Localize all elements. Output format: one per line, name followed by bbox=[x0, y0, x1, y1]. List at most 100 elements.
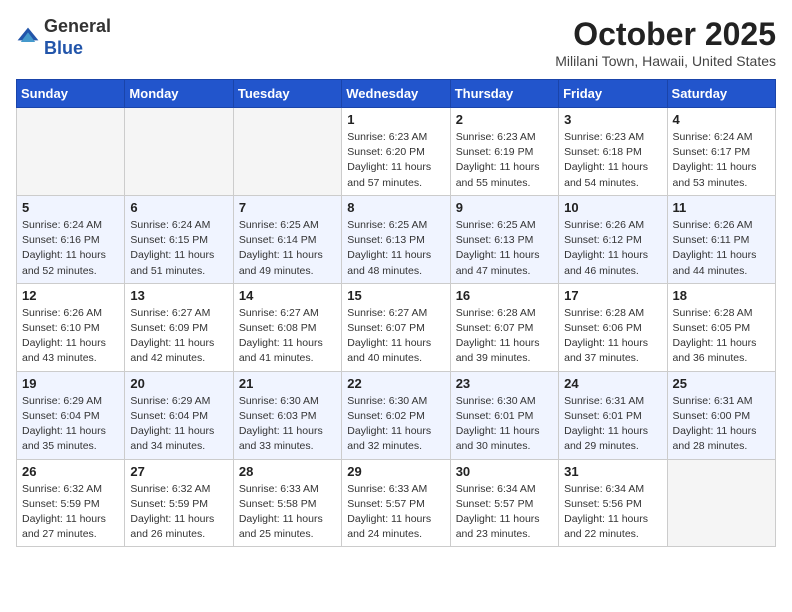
day-info: Sunrise: 6:28 AM Sunset: 6:05 PM Dayligh… bbox=[673, 306, 770, 367]
day-number: 19 bbox=[22, 376, 119, 391]
day-info: Sunrise: 6:30 AM Sunset: 6:03 PM Dayligh… bbox=[239, 394, 336, 455]
weekday-header-sunday: Sunday bbox=[17, 80, 125, 108]
day-info: Sunrise: 6:34 AM Sunset: 5:57 PM Dayligh… bbox=[456, 482, 553, 543]
day-number: 1 bbox=[347, 112, 444, 127]
day-number: 26 bbox=[22, 464, 119, 479]
day-number: 28 bbox=[239, 464, 336, 479]
calendar-day-cell: 19Sunrise: 6:29 AM Sunset: 6:04 PM Dayli… bbox=[17, 371, 125, 459]
day-number: 8 bbox=[347, 200, 444, 215]
calendar-day-cell bbox=[667, 459, 775, 547]
day-info: Sunrise: 6:26 AM Sunset: 6:10 PM Dayligh… bbox=[22, 306, 119, 367]
day-info: Sunrise: 6:25 AM Sunset: 6:13 PM Dayligh… bbox=[347, 218, 444, 279]
day-info: Sunrise: 6:31 AM Sunset: 6:00 PM Dayligh… bbox=[673, 394, 770, 455]
day-info: Sunrise: 6:34 AM Sunset: 5:56 PM Dayligh… bbox=[564, 482, 661, 543]
day-info: Sunrise: 6:27 AM Sunset: 6:08 PM Dayligh… bbox=[239, 306, 336, 367]
day-info: Sunrise: 6:24 AM Sunset: 6:15 PM Dayligh… bbox=[130, 218, 227, 279]
day-number: 3 bbox=[564, 112, 661, 127]
calendar-week-row: 1 Sunrise: 6:23 AM Sunset: 6:20 PM Daylig… bbox=[17, 108, 776, 196]
day-info: Sunrise: 6:24 AM Sunset: 6:17 PM Dayligh… bbox=[673, 130, 770, 191]
day-number: 14 bbox=[239, 288, 336, 303]
day-info: Sunrise: 6:30 AM Sunset: 6:01 PM Dayligh… bbox=[456, 394, 553, 455]
day-info: Sunrise: 6:30 AM Sunset: 6:02 PM Dayligh… bbox=[347, 394, 444, 455]
calendar-day-cell: 11Sunrise: 6:26 AM Sunset: 6:11 PM Dayli… bbox=[667, 195, 775, 283]
calendar-day-cell bbox=[125, 108, 233, 196]
day-info: Sunrise: 6:23 AM Sunset: 6:20 PM Dayligh… bbox=[347, 130, 444, 191]
calendar-day-cell: 5Sunrise: 6:24 AM Sunset: 6:16 PM Daylig… bbox=[17, 195, 125, 283]
logo-text: General Blue bbox=[44, 16, 111, 59]
day-number: 16 bbox=[456, 288, 553, 303]
day-number: 15 bbox=[347, 288, 444, 303]
calendar-week-row: 12Sunrise: 6:26 AM Sunset: 6:10 PM Dayli… bbox=[17, 283, 776, 371]
day-info: Sunrise: 6:27 AM Sunset: 6:07 PM Dayligh… bbox=[347, 306, 444, 367]
day-number: 13 bbox=[130, 288, 227, 303]
calendar-week-row: 19 Sunrise: 6:29 AM Sunset: 6:04 PM Dayli… bbox=[17, 371, 776, 459]
day-info: Sunrise: 6:26 AM Sunset: 6:11 PM Dayligh… bbox=[673, 218, 770, 279]
day-info: Sunrise: 6:27 AM Sunset: 6:09 PM Dayligh… bbox=[130, 306, 227, 367]
day-number: 29 bbox=[347, 464, 444, 479]
calendar-day-cell: 6 Sunrise: 6:24 AM Sunset: 6:15 PM Daylig… bbox=[125, 195, 233, 283]
day-number: 24 bbox=[564, 376, 661, 391]
day-number: 10 bbox=[564, 200, 661, 215]
calendar-day-cell: 2 Sunrise: 6:23 AM Sunset: 6:19 PM Daylig… bbox=[450, 108, 558, 196]
day-number: 9 bbox=[456, 200, 553, 215]
calendar-day-cell: 27 Sunrise: 6:32 AM Sunset: 5:59 PM Dayli… bbox=[125, 459, 233, 547]
calendar-day-cell: 12Sunrise: 6:26 AM Sunset: 6:10 PM Dayli… bbox=[17, 283, 125, 371]
calendar-day-cell: 7Sunrise: 6:25 AM Sunset: 6:14 PM Daylig… bbox=[233, 195, 341, 283]
logo-blue: Blue bbox=[44, 38, 83, 58]
calendar-day-cell: 23 Sunrise: 6:30 AM Sunset: 6:01 PM Dayli… bbox=[450, 371, 558, 459]
day-number: 2 bbox=[456, 112, 553, 127]
day-number: 18 bbox=[673, 288, 770, 303]
calendar-day-cell: 25 Sunrise: 6:31 AM Sunset: 6:00 PM Dayli… bbox=[667, 371, 775, 459]
calendar-day-cell: 29 Sunrise: 6:33 AM Sunset: 5:57 PM Dayli… bbox=[342, 459, 450, 547]
day-info: Sunrise: 6:26 AM Sunset: 6:12 PM Dayligh… bbox=[564, 218, 661, 279]
calendar: SundayMondayTuesdayWednesdayThursdayFrid… bbox=[16, 79, 776, 547]
day-info: Sunrise: 6:23 AM Sunset: 6:19 PM Dayligh… bbox=[456, 130, 553, 191]
calendar-day-cell: 1 Sunrise: 6:23 AM Sunset: 6:20 PM Daylig… bbox=[342, 108, 450, 196]
calendar-day-cell: 4 Sunrise: 6:24 AM Sunset: 6:17 PM Daylig… bbox=[667, 108, 775, 196]
calendar-week-row: 5Sunrise: 6:24 AM Sunset: 6:16 PM Daylig… bbox=[17, 195, 776, 283]
logo-icon bbox=[16, 26, 40, 50]
day-info: Sunrise: 6:29 AM Sunset: 6:04 PM Dayligh… bbox=[130, 394, 227, 455]
weekday-header-wednesday: Wednesday bbox=[342, 80, 450, 108]
calendar-day-cell bbox=[17, 108, 125, 196]
calendar-day-cell: 3 Sunrise: 6:23 AM Sunset: 6:18 PM Daylig… bbox=[559, 108, 667, 196]
calendar-day-cell: 8 Sunrise: 6:25 AM Sunset: 6:13 PM Daylig… bbox=[342, 195, 450, 283]
day-info: Sunrise: 6:25 AM Sunset: 6:13 PM Dayligh… bbox=[456, 218, 553, 279]
day-number: 6 bbox=[130, 200, 227, 215]
weekday-header-saturday: Saturday bbox=[667, 80, 775, 108]
calendar-day-cell: 30 Sunrise: 6:34 AM Sunset: 5:57 PM Dayli… bbox=[450, 459, 558, 547]
calendar-day-cell: 10 Sunrise: 6:26 AM Sunset: 6:12 PM Dayli… bbox=[559, 195, 667, 283]
day-number: 21 bbox=[239, 376, 336, 391]
day-info: Sunrise: 6:25 AM Sunset: 6:14 PM Dayligh… bbox=[239, 218, 336, 279]
calendar-day-cell bbox=[233, 108, 341, 196]
calendar-day-cell: 21 Sunrise: 6:30 AM Sunset: 6:03 PM Dayli… bbox=[233, 371, 341, 459]
day-info: Sunrise: 6:28 AM Sunset: 6:06 PM Dayligh… bbox=[564, 306, 661, 367]
day-number: 27 bbox=[130, 464, 227, 479]
logo: General Blue bbox=[16, 16, 111, 59]
day-number: 23 bbox=[456, 376, 553, 391]
calendar-day-cell: 22Sunrise: 6:30 AM Sunset: 6:02 PM Dayli… bbox=[342, 371, 450, 459]
calendar-day-cell: 16 Sunrise: 6:28 AM Sunset: 6:07 PM Dayli… bbox=[450, 283, 558, 371]
day-info: Sunrise: 6:31 AM Sunset: 6:01 PM Dayligh… bbox=[564, 394, 661, 455]
day-number: 17 bbox=[564, 288, 661, 303]
weekday-header-friday: Friday bbox=[559, 80, 667, 108]
header: General Blue October 2025 Mililani Town,… bbox=[16, 16, 776, 69]
day-number: 4 bbox=[673, 112, 770, 127]
day-number: 30 bbox=[456, 464, 553, 479]
calendar-day-cell: 31Sunrise: 6:34 AM Sunset: 5:56 PM Dayli… bbox=[559, 459, 667, 547]
day-info: Sunrise: 6:32 AM Sunset: 5:59 PM Dayligh… bbox=[130, 482, 227, 543]
calendar-day-cell: 17 Sunrise: 6:28 AM Sunset: 6:06 PM Dayli… bbox=[559, 283, 667, 371]
weekday-header-monday: Monday bbox=[125, 80, 233, 108]
day-info: Sunrise: 6:33 AM Sunset: 5:57 PM Dayligh… bbox=[347, 482, 444, 543]
calendar-day-cell: 24 Sunrise: 6:31 AM Sunset: 6:01 PM Dayli… bbox=[559, 371, 667, 459]
day-info: Sunrise: 6:33 AM Sunset: 5:58 PM Dayligh… bbox=[239, 482, 336, 543]
day-info: Sunrise: 6:24 AM Sunset: 6:16 PM Dayligh… bbox=[22, 218, 119, 279]
weekday-header-tuesday: Tuesday bbox=[233, 80, 341, 108]
logo-general: General bbox=[44, 16, 111, 36]
calendar-week-row: 26 Sunrise: 6:32 AM Sunset: 5:59 PM Dayli… bbox=[17, 459, 776, 547]
day-number: 25 bbox=[673, 376, 770, 391]
day-info: Sunrise: 6:28 AM Sunset: 6:07 PM Dayligh… bbox=[456, 306, 553, 367]
location-title: Mililani Town, Hawaii, United States bbox=[555, 53, 776, 69]
day-info: Sunrise: 6:23 AM Sunset: 6:18 PM Dayligh… bbox=[564, 130, 661, 191]
calendar-day-cell: 26Sunrise: 6:32 AM Sunset: 5:59 PM Dayli… bbox=[17, 459, 125, 547]
